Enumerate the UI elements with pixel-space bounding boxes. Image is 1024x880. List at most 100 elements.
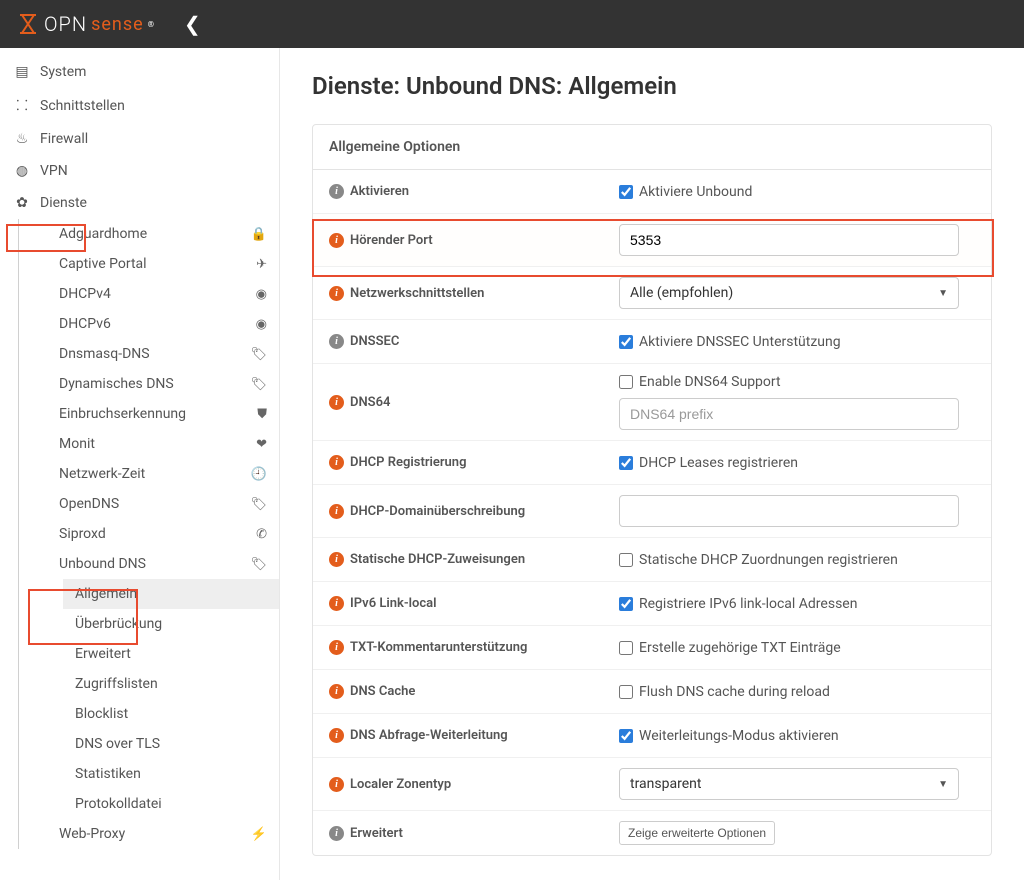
info-icon[interactable]: i <box>329 684 344 699</box>
nav-unbound-dot[interactable]: DNS over TLS <box>63 729 279 759</box>
zonetype-select[interactable]: transparent▼ <box>619 768 959 800</box>
lock-icon: 🔒 <box>251 227 267 242</box>
row-static-dhcp: iStatische DHCP-Zuweisungen Statische DH… <box>313 538 991 582</box>
nav-dyndns[interactable]: Dynamisches DNS🏷 <box>47 369 279 399</box>
page-title: Dienste: Unbound DNS: Allgemein <box>312 72 992 100</box>
row-forward: iDNS Abfrage-Weiterleitung Weiterleitung… <box>313 714 991 758</box>
phone-icon: ✆ <box>256 527 267 542</box>
info-icon[interactable]: i <box>329 640 344 655</box>
info-icon[interactable]: i <box>329 395 344 410</box>
shield-icon: ⛊ <box>257 407 267 422</box>
nav-services[interactable]: ✿Dienste <box>0 187 279 219</box>
info-icon[interactable]: i <box>329 184 344 199</box>
plane-icon: ✈ <box>256 257 267 272</box>
info-icon[interactable]: i <box>329 334 344 349</box>
nav-dhcpv4[interactable]: DHCPv4◉ <box>47 279 279 309</box>
main: Dienste: Unbound DNS: Allgemein Allgemei… <box>280 48 1024 880</box>
heartbeat-icon: ❤ <box>256 437 267 452</box>
nav-vpn[interactable]: ◍VPN <box>0 155 279 187</box>
nav-unbound-general[interactable]: Allgemein <box>63 579 279 609</box>
nav-unbound-advanced[interactable]: Erweitert <box>63 639 279 669</box>
bullseye-icon: ◉ <box>256 287 267 302</box>
forward-checkbox[interactable] <box>619 729 633 743</box>
netif-select[interactable]: Alle (empfohlen)▼ <box>619 277 959 309</box>
nav-siproxd[interactable]: Siproxd✆ <box>47 519 279 549</box>
show-advanced-button[interactable]: Zeige erweiterte Optionen <box>619 821 775 845</box>
gear-icon: ✿ <box>12 195 32 211</box>
nav-firewall[interactable]: ♨Firewall <box>0 123 279 155</box>
nav-unbound-overrides[interactable]: Überbrückung <box>63 609 279 639</box>
row-dhcp-reg: iDHCP Registrierung DHCP Leases registri… <box>313 441 991 485</box>
logo-text-opn: OPN <box>44 12 87 36</box>
services-submenu: Adguardhome🔒 Captive Portal✈ DHCPv4◉ DHC… <box>18 219 279 849</box>
row-zonetype: iLocaler Zonentyp transparent▼ <box>313 758 991 811</box>
nav-monit[interactable]: Monit❤ <box>47 429 279 459</box>
dns64-checkbox[interactable] <box>619 375 633 389</box>
nav-web-proxy[interactable]: Web-Proxy⚡ <box>47 819 279 849</box>
row-netif: iNetzwerkschnittstellen Alle (empfohlen)… <box>313 267 991 320</box>
bolt-icon: ⚡ <box>251 827 267 842</box>
info-icon[interactable]: i <box>329 455 344 470</box>
nav-ntp[interactable]: Netzwerk-Zeit🕘 <box>47 459 279 489</box>
globe-icon: ◍ <box>12 163 32 179</box>
enable-checkbox[interactable] <box>619 185 633 199</box>
dnssec-checkbox[interactable] <box>619 335 633 349</box>
clock-icon: 🕘 <box>251 467 267 482</box>
panel-header: Allgemeine Optionen <box>313 125 991 170</box>
ipv6ll-checkbox[interactable] <box>619 597 633 611</box>
unbound-submenu: Allgemein Überbrückung Erweitert Zugriff… <box>47 579 279 819</box>
row-dns64: iDNS64 Enable DNS64 Support <box>313 364 991 441</box>
info-icon[interactable]: i <box>329 233 344 248</box>
info-icon[interactable]: i <box>329 504 344 519</box>
info-icon[interactable]: i <box>329 596 344 611</box>
logo-text-sense: sense <box>91 14 144 35</box>
dns64-prefix-input[interactable] <box>619 398 959 430</box>
row-advanced: iErweitert Zeige erweiterte Optionen <box>313 811 991 855</box>
nav-captive-portal[interactable]: Captive Portal✈ <box>47 249 279 279</box>
nav-unbound-stats[interactable]: Statistiken <box>63 759 279 789</box>
sitemap-icon: ⸬ <box>12 96 32 115</box>
nav-dhcpv6[interactable]: DHCPv6◉ <box>47 309 279 339</box>
info-icon[interactable]: i <box>329 826 344 841</box>
nav-unbound[interactable]: Unbound DNS🏷 <box>47 549 279 579</box>
nav-interfaces[interactable]: ⸬Schnittstellen <box>0 88 279 123</box>
row-ipv6ll: iIPv6 Link-local Registriere IPv6 link-l… <box>313 582 991 626</box>
row-dnssec: iDNSSEC Aktiviere DNSSEC Unterstützung <box>313 320 991 364</box>
tag-icon: 🏷 <box>250 497 267 512</box>
info-icon[interactable]: i <box>329 286 344 301</box>
static-dhcp-checkbox[interactable] <box>619 553 633 567</box>
topbar: OPNsense® ❮ <box>0 0 1024 48</box>
port-input[interactable] <box>619 224 959 256</box>
nav-adguardhome[interactable]: Adguardhome🔒 <box>47 219 279 249</box>
nav-system[interactable]: ▤System <box>0 56 279 88</box>
nav-opendns[interactable]: OpenDNS🏷 <box>47 489 279 519</box>
dhcp-reg-checkbox[interactable] <box>619 456 633 470</box>
row-cache: iDNS Cache Flush DNS cache during reload <box>313 670 991 714</box>
tag-icon: 🏷 <box>250 377 267 392</box>
row-txt: iTXT-Kommentarunterstützung Erstelle zug… <box>313 626 991 670</box>
txt-checkbox[interactable] <box>619 641 633 655</box>
settings-panel: Allgemeine Optionen iAktivieren Aktivier… <box>312 124 992 856</box>
gauge-icon: ▤ <box>12 64 32 80</box>
fire-icon: ♨ <box>12 131 32 147</box>
tag-icon: 🏷 <box>250 557 267 572</box>
logo[interactable]: OPNsense® <box>16 12 154 36</box>
dhcp-domain-input[interactable] <box>619 495 959 527</box>
nav-unbound-log[interactable]: Protokolldatei <box>63 789 279 819</box>
nav-unbound-acl[interactable]: Zugriffslisten <box>63 669 279 699</box>
row-port: iHörender Port <box>313 214 991 267</box>
sidebar: ▤System ⸬Schnittstellen ♨Firewall ◍VPN ✿… <box>0 48 280 880</box>
info-icon[interactable]: i <box>329 777 344 792</box>
row-enable: iAktivieren Aktiviere Unbound <box>313 170 991 214</box>
row-dhcp-dom: iDHCP-Domainüberschreibung <box>313 485 991 538</box>
collapse-icon[interactable]: ❮ <box>184 12 201 36</box>
nav-unbound-blocklist[interactable]: Blocklist <box>63 699 279 729</box>
nav-dnsmasq[interactable]: Dnsmasq-DNS🏷 <box>47 339 279 369</box>
bullseye-icon: ◉ <box>256 317 267 332</box>
chevron-down-icon: ▼ <box>938 779 948 790</box>
info-icon[interactable]: i <box>329 552 344 567</box>
info-icon[interactable]: i <box>329 728 344 743</box>
chevron-down-icon: ▼ <box>938 288 948 299</box>
nav-ids[interactable]: Einbruchserkennung⛊ <box>47 399 279 429</box>
cache-checkbox[interactable] <box>619 685 633 699</box>
